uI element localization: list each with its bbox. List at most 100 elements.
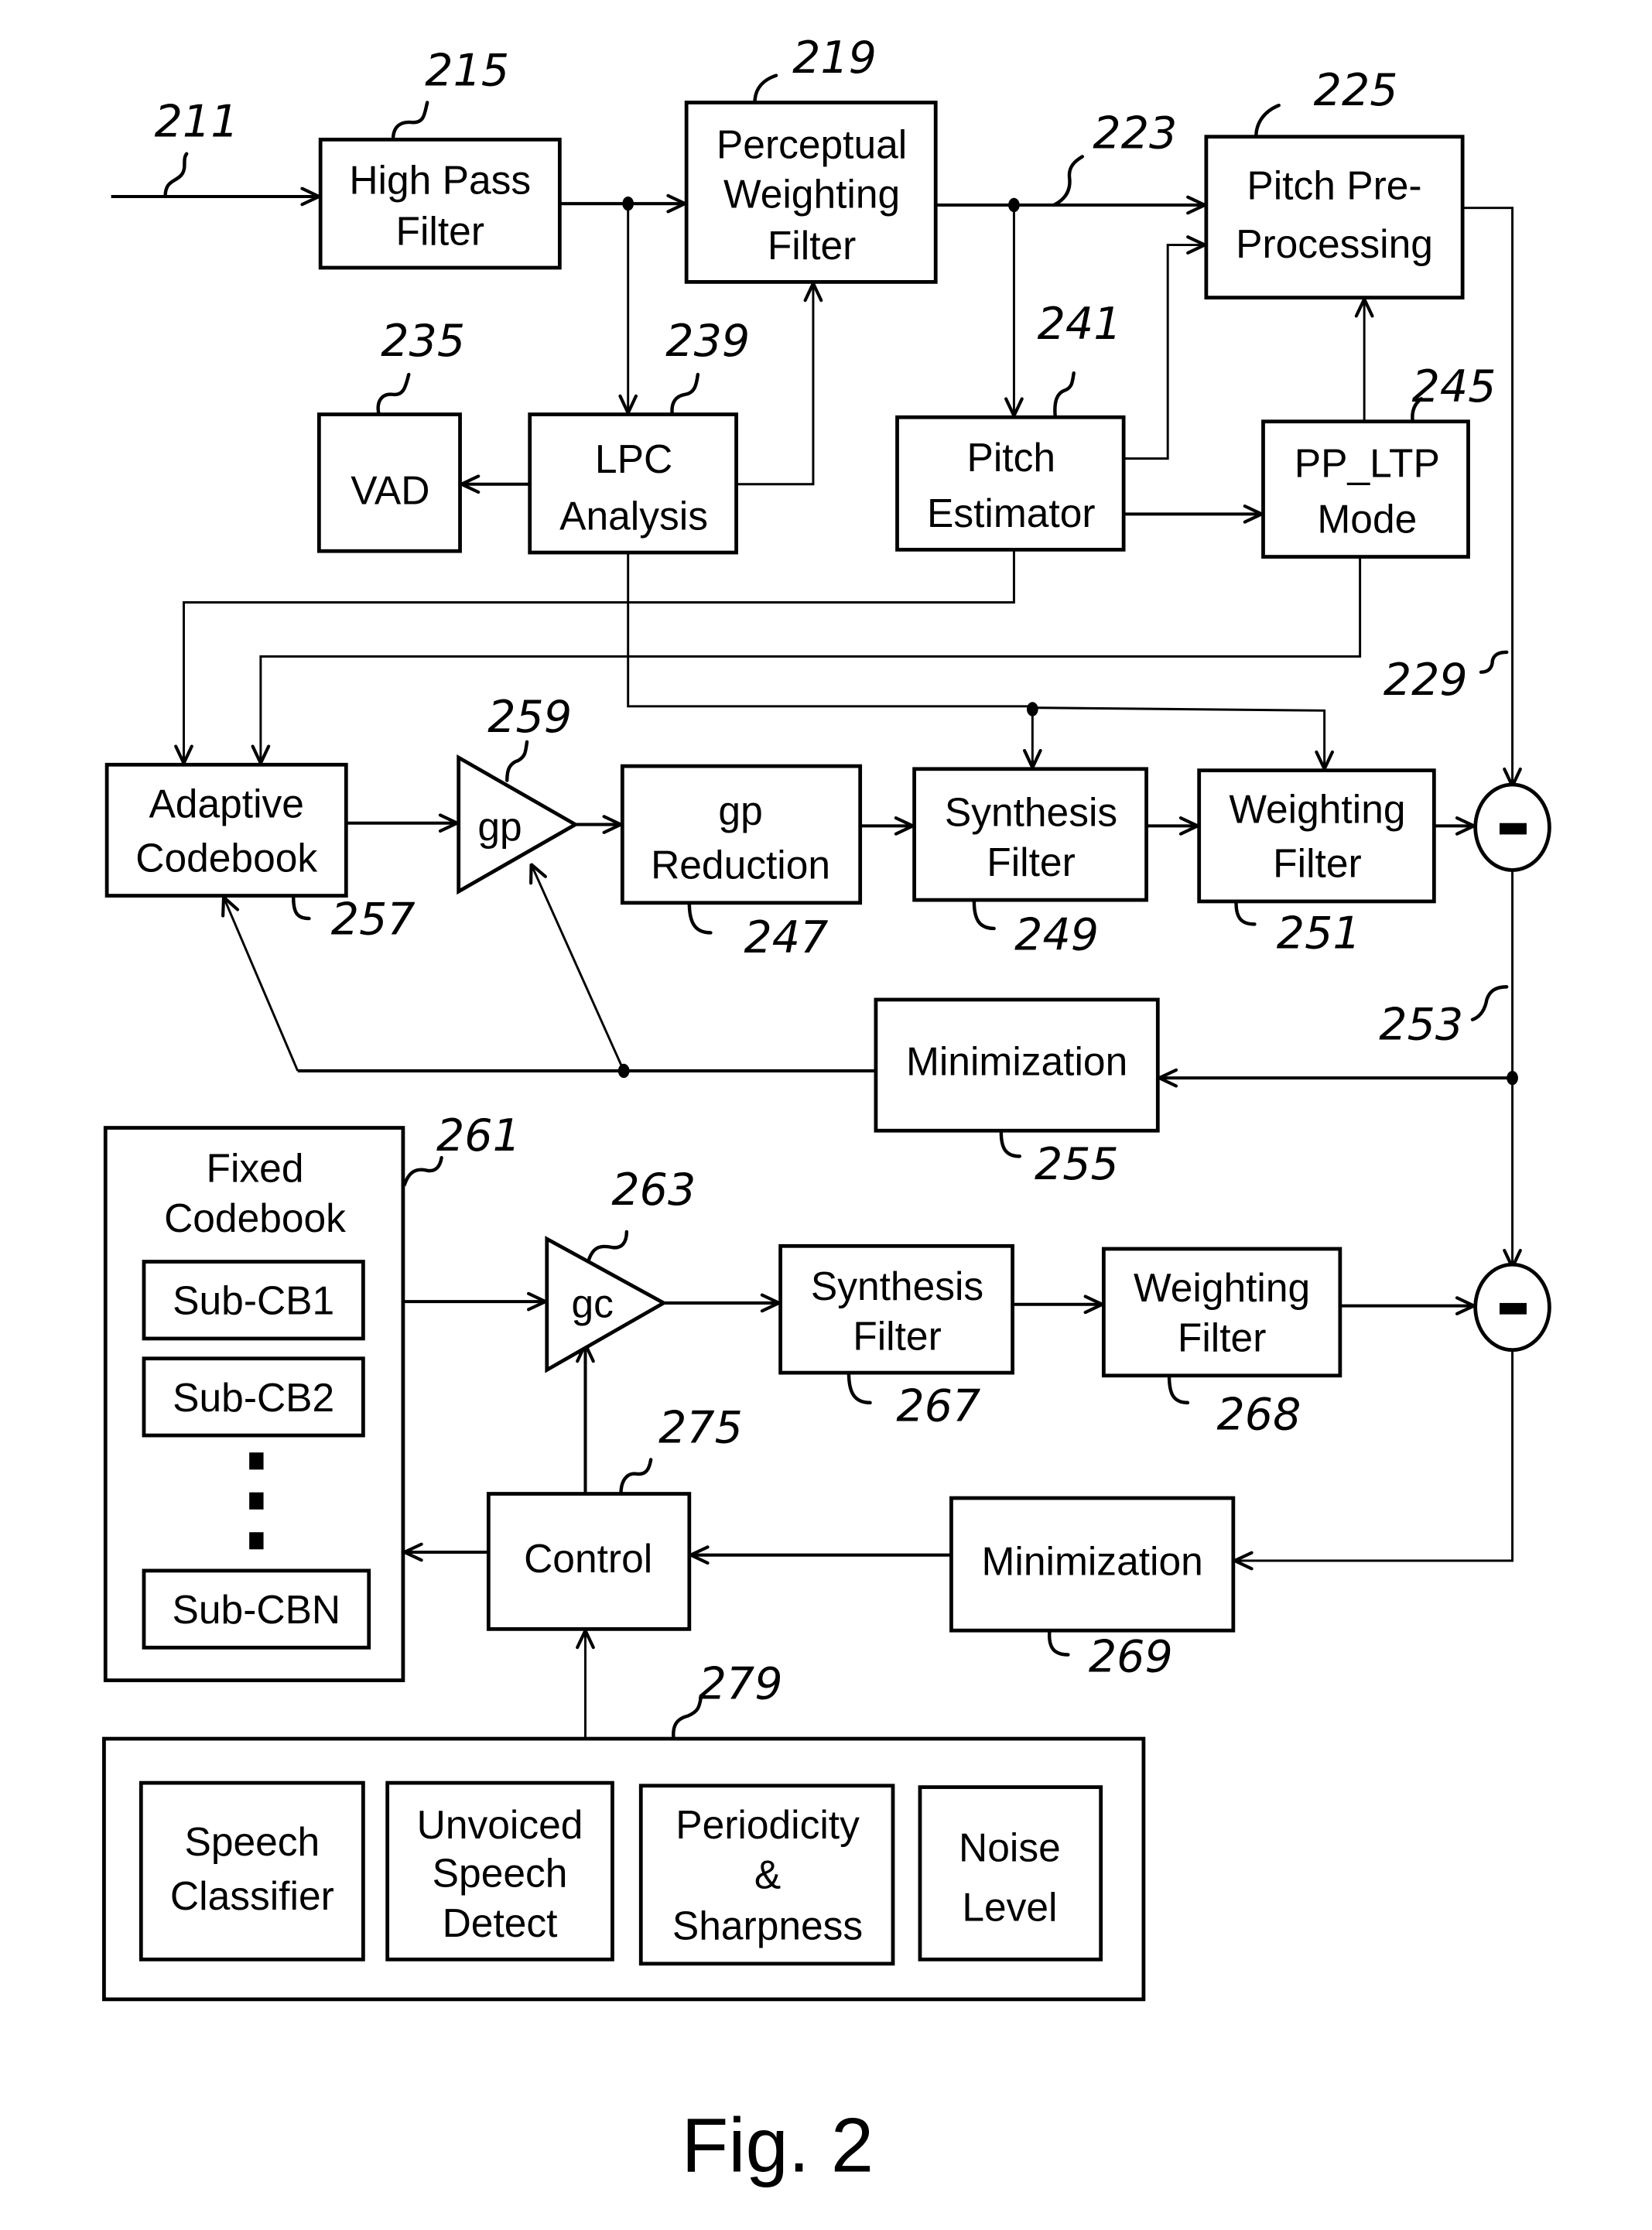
leader-line — [1479, 650, 1509, 674]
weighting-filter-block-2: Weighting Filter — [1101, 1247, 1342, 1378]
module-label: Periodicity — [676, 1802, 860, 1847]
block-label: Filter — [1273, 841, 1361, 886]
classifier-group: Speech Classifier Unvoiced Speech Detect… — [102, 1736, 1146, 2002]
leader-line — [291, 895, 311, 921]
ref-numeral-241: 241 — [1038, 299, 1122, 350]
junction-dot — [1008, 197, 1020, 213]
block-label: Perceptual — [717, 121, 907, 166]
leader-line — [1470, 985, 1509, 1021]
ref-numeral-261: 261 — [436, 1110, 521, 1161]
ref-numeral-263: 263 — [611, 1165, 696, 1216]
module-label: Sharpness — [672, 1903, 863, 1948]
amplifier-label: gp — [477, 804, 522, 849]
pitch-estimator-block: Pitch Estimator — [895, 415, 1126, 552]
leader-line — [1254, 103, 1281, 139]
minus-icon — [1499, 1302, 1527, 1315]
module-label: Noise — [959, 1825, 1061, 1869]
leader-line — [670, 372, 700, 416]
ref-numeral-279: 279 — [699, 1659, 783, 1710]
periodicity-sharpness-module: Periodicity & Sharpness — [638, 1784, 895, 1966]
ref-numeral-215: 215 — [425, 45, 509, 96]
block-label: Synthesis — [811, 1264, 983, 1308]
adaptive-codebook-block: Adaptive Codebook — [104, 762, 348, 898]
block-label: Filter — [768, 223, 856, 268]
block-label: Estimator — [927, 491, 1096, 535]
block-label: Filter — [396, 209, 484, 254]
leader-line — [687, 901, 713, 935]
high-pass-filter-block: High Pass Filter — [318, 137, 562, 270]
leader-line — [376, 372, 411, 416]
junction-dot — [1026, 702, 1038, 717]
lpc-analysis-block: LPC Analysis — [528, 412, 738, 555]
amplifier-label: gc — [571, 1281, 613, 1325]
wire-lpc-to-filters — [627, 552, 1033, 708]
block-label: Weighting — [1229, 787, 1405, 832]
block-label: PP_LTP — [1295, 441, 1440, 486]
block-label: Fixed — [207, 1145, 304, 1190]
ref-numeral-225: 225 — [1314, 65, 1398, 116]
sub-codebook: Sub-CB1 — [142, 1260, 365, 1341]
speech-classifier-module: Speech Classifier — [139, 1780, 365, 1962]
pp-ltp-mode-block: PP_LTP Mode — [1261, 419, 1470, 559]
leader-line — [619, 1458, 653, 1496]
ref-numeral-219: 219 — [792, 32, 877, 84]
block-label: VAD — [351, 467, 429, 512]
block-label: Analysis — [559, 494, 708, 539]
gc-amplifier: gc — [545, 1236, 668, 1373]
sub-codebook-label: Sub-CBN — [173, 1587, 341, 1632]
module-label: Speech — [433, 1850, 568, 1895]
ref-numeral-275: 275 — [658, 1402, 743, 1453]
minimization-block-1: Minimization — [874, 997, 1160, 1133]
block-label: Codebook — [164, 1195, 346, 1240]
wire-pe-to-ppp — [1124, 245, 1205, 460]
block-label: Weighting — [1134, 1265, 1310, 1310]
block-label: Synthesis — [945, 789, 1117, 834]
leader-line — [672, 1697, 703, 1741]
ref-numeral-259: 259 — [487, 692, 572, 743]
leader-line — [847, 1370, 872, 1404]
block-label: Adaptive — [149, 781, 303, 826]
ref-numeral-267: 267 — [896, 1381, 980, 1432]
leader-line — [163, 152, 189, 199]
leader-line — [972, 899, 996, 931]
module-label: & — [754, 1852, 781, 1897]
block-label: Minimization — [982, 1538, 1203, 1583]
module-label: Level — [962, 1885, 1057, 1930]
block-label: Filter — [853, 1314, 941, 1359]
sub-codebook: Sub-CBN — [142, 1568, 371, 1650]
subtractor-2 — [1473, 1262, 1551, 1353]
block-label: Filter — [1178, 1315, 1266, 1360]
leader-line — [391, 101, 429, 142]
ref-numeral-245: 245 — [1412, 361, 1496, 412]
wire-ppltp-to-acb — [261, 556, 1362, 764]
ref-numeral-223: 223 — [1093, 108, 1177, 159]
ref-numeral-239: 239 — [665, 316, 750, 367]
perceptual-weighting-filter-block: Perceptual Weighting Filter — [684, 101, 938, 284]
leader-line — [402, 1156, 443, 1187]
ref-numeral-247: 247 — [744, 912, 829, 963]
leader-line — [1047, 1629, 1070, 1657]
leader-line — [586, 1230, 629, 1264]
leader-line — [505, 740, 529, 782]
block-label: Mode — [1317, 496, 1417, 541]
gp-amplifier: gp — [457, 754, 580, 895]
ellipsis-dots-icon — [249, 1452, 264, 1550]
ref-numeral-229: 229 — [1384, 655, 1468, 706]
block-label: LPC — [595, 436, 672, 481]
module-label: Classifier — [170, 1873, 334, 1918]
block-label: Minimization — [906, 1038, 1127, 1083]
block-label: Control — [524, 1536, 652, 1581]
sub-codebook: Sub-CB2 — [142, 1356, 365, 1438]
module-label: Detect — [443, 1900, 558, 1945]
junction-dot — [622, 196, 634, 211]
control-block: Control — [486, 1492, 692, 1631]
sub-codebook-label: Sub-CB1 — [173, 1278, 334, 1323]
wire-min1-to-gp — [532, 864, 625, 1072]
ref-numeral-257: 257 — [331, 894, 416, 945]
sub-codebook-label: Sub-CB2 — [173, 1375, 334, 1420]
noise-level-module: Noise Level — [918, 1785, 1103, 1962]
ref-numeral-251: 251 — [1277, 908, 1361, 959]
minus-icon — [1499, 823, 1527, 835]
leader-line — [1052, 155, 1084, 207]
block-label: Pitch — [966, 435, 1055, 480]
